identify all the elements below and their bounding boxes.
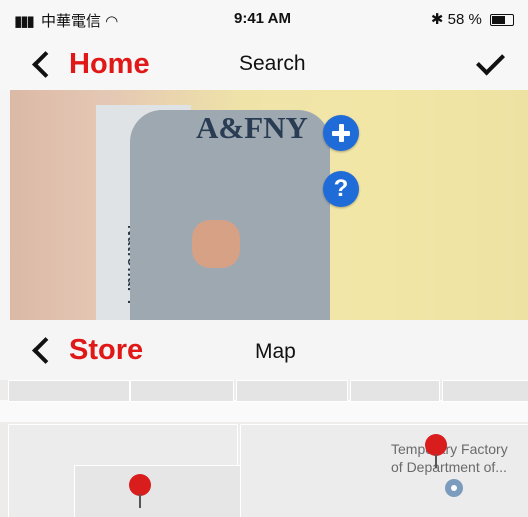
help-button[interactable]: ? [323, 171, 359, 207]
carrier: ▮▮▮ 中華電信 ◠ [14, 10, 118, 31]
status-bar: ▮▮▮ 中華電信 ◠ 9:41 AM ✱ 58 % [0, 0, 528, 38]
home-back-button[interactable]: Home [32, 48, 150, 81]
chevron-left-icon [32, 51, 59, 78]
poi-icon[interactable] [445, 479, 463, 497]
map-title: Map [255, 340, 296, 363]
shirt-logo: A&FNY [196, 110, 308, 145]
thumbs-up-hand [192, 220, 240, 268]
poi-label: Temporary Factory [391, 441, 508, 457]
store-back-button[interactable]: Store [32, 334, 144, 367]
status-time: 9:41 AM [234, 10, 291, 27]
map-block [442, 380, 528, 402]
battery-icon [490, 14, 514, 27]
map-block [350, 380, 440, 402]
map-view[interactable]: Temporary Factory of Department of... [0, 380, 528, 517]
map-pin-icon[interactable] [129, 474, 153, 508]
add-button[interactable] [323, 115, 359, 151]
camera-preview: National T A&FNY [10, 90, 528, 320]
store-back-label: Store [69, 334, 144, 366]
wifi-icon: ◠ [105, 13, 119, 30]
home-back-label: Home [69, 48, 150, 80]
status-right: ✱ 58 % [431, 10, 514, 28]
map-block [74, 465, 246, 517]
bluetooth-icon: ✱ [430, 11, 444, 28]
checkmark-icon[interactable] [476, 46, 505, 76]
map-block [130, 380, 234, 402]
signal-icon: ▮▮▮ [14, 13, 35, 30]
road [0, 400, 528, 422]
carrier-name: 中華電信 [40, 13, 101, 30]
map-pin-icon[interactable] [425, 434, 449, 468]
search-title: Search [239, 52, 306, 75]
store-navbar: Store Map [0, 320, 528, 380]
top-navbar: Home Search [0, 38, 528, 90]
map-block [8, 380, 130, 402]
chevron-left-icon [32, 337, 59, 364]
battery-percentage: 58 % [447, 11, 482, 28]
map-block [236, 380, 348, 402]
